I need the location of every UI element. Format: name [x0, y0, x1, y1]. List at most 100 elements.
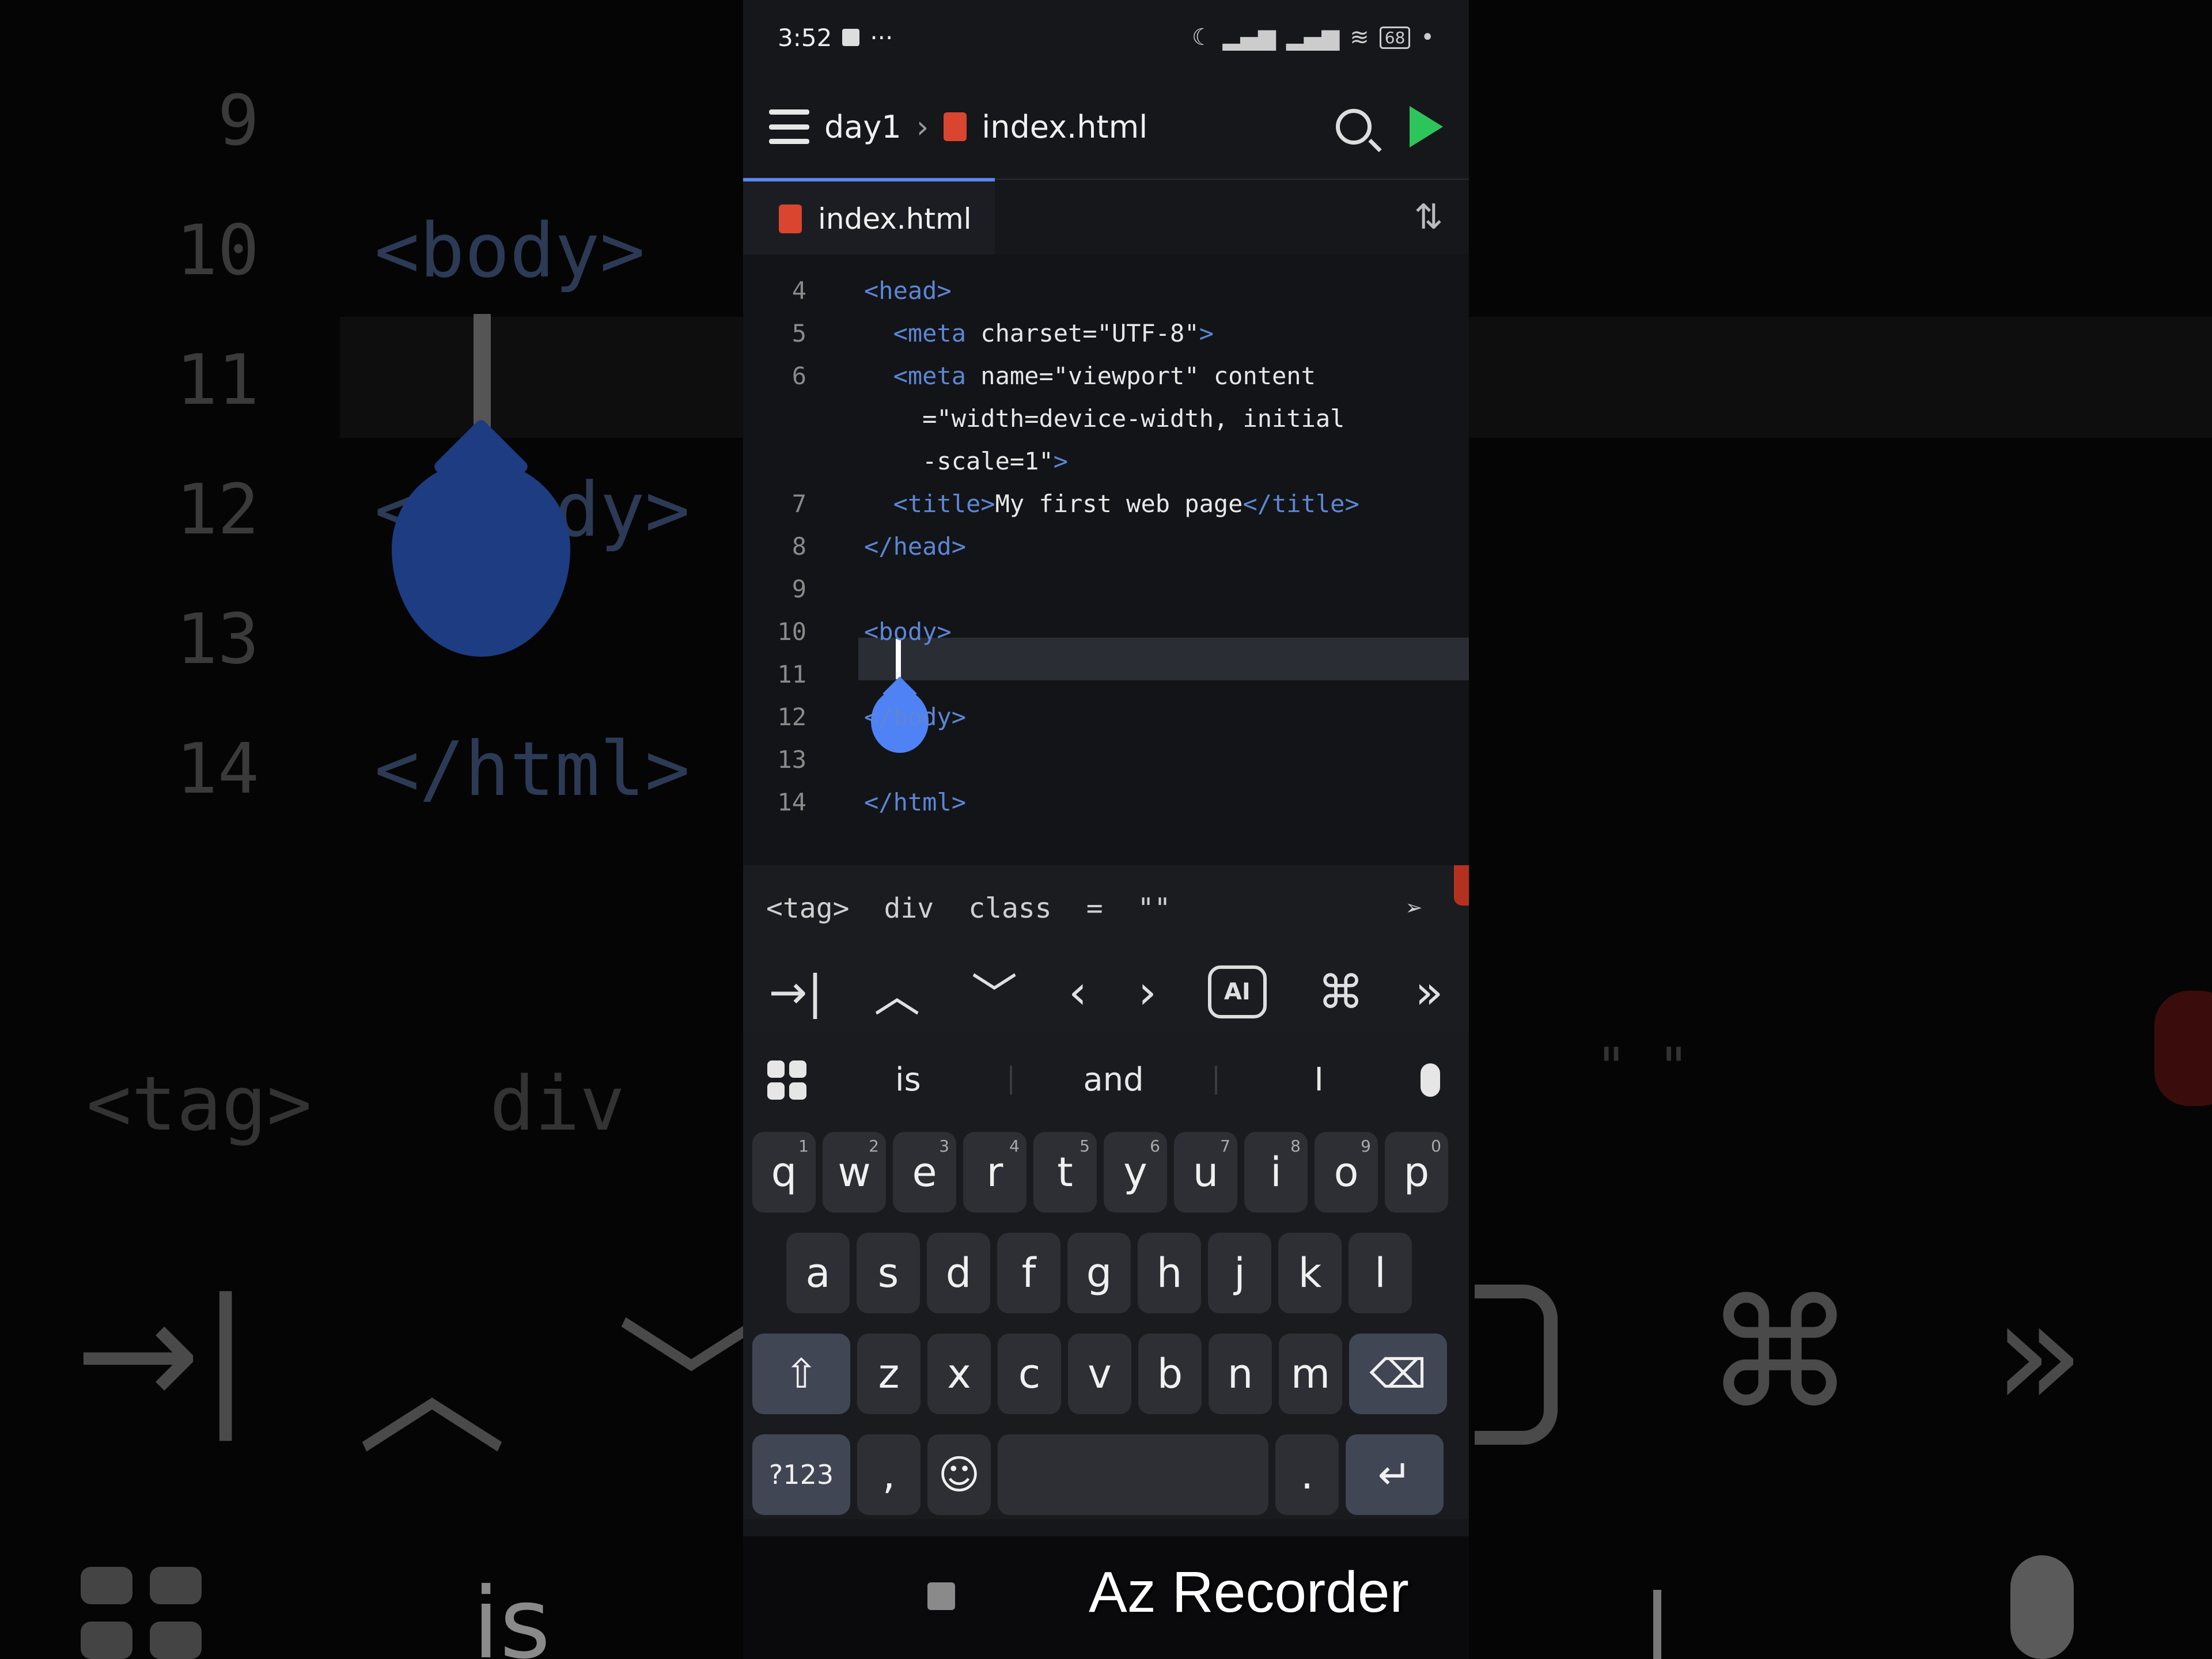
arrow-left-icon[interactable]: ‹ [1069, 965, 1087, 1019]
chevron-right-icon: › [916, 108, 929, 145]
key-s[interactable]: s [857, 1232, 920, 1313]
status-bar: 3:52 ··· ☾ ▂▄▆ ▂▄▆ ≋ 68 • [743, 0, 1469, 75]
bg-suggestion-word: is [472, 1567, 551, 1659]
bg-shortcut-tag: <tag> [86, 1060, 312, 1147]
arrow-up-icon[interactable]: ︿ [874, 959, 920, 1025]
shortcut-item[interactable]: div [884, 892, 934, 925]
code-text: ="width=device-width, initial [864, 404, 1345, 433]
comma-key[interactable]: , [857, 1434, 921, 1515]
arrow-right-icon[interactable]: › [1138, 965, 1157, 1019]
html-file-icon [779, 204, 802, 233]
suggestion-2[interactable]: and [1012, 1061, 1215, 1099]
notification-icon [842, 29, 860, 46]
code-line[interactable]: 12 </body> [743, 695, 1469, 738]
backspace-key[interactable]: ⌫ [1349, 1333, 1447, 1414]
bg-code-line: 9 [217, 81, 259, 161]
bg-tab-icon: →| [75, 1267, 251, 1441]
code-line[interactable]: 7 <title>My first web page</title> [743, 482, 1469, 525]
suggestion-1[interactable]: is [806, 1061, 1010, 1099]
code-line[interactable]: ="width=device-width, initial [743, 397, 1469, 440]
key-o[interactable]: o9 [1315, 1131, 1378, 1213]
code-line[interactable]: 11 [743, 653, 1469, 695]
code-line[interactable]: 4 <head> [743, 269, 1469, 312]
shortcut-item[interactable]: "" [1138, 892, 1171, 925]
shift-key[interactable]: ⇧ [752, 1333, 850, 1414]
breadcrumb-file[interactable]: index.html [982, 109, 1147, 145]
key-d[interactable]: d [927, 1232, 990, 1313]
key-m[interactable]: m [1279, 1333, 1342, 1414]
enter-key[interactable]: ↵ [1346, 1434, 1444, 1515]
key-l[interactable]: l [1349, 1232, 1412, 1313]
key-a[interactable]: a [786, 1232, 850, 1313]
sort-icon[interactable]: ⇅ [1414, 197, 1443, 237]
code-line[interactable]: 6 <meta name="viewport" content [743, 354, 1469, 397]
key-w[interactable]: w2 [823, 1131, 886, 1213]
key-b[interactable]: b [1138, 1333, 1202, 1414]
command-icon[interactable]: ⌘ [1318, 965, 1364, 1019]
send-icon[interactable]: ➢ [1406, 892, 1423, 925]
line-number: 4 [791, 276, 806, 305]
key-f[interactable]: f [997, 1232, 1060, 1313]
apps-grid-icon[interactable] [767, 1060, 806, 1100]
breadcrumb-folder[interactable]: day1 [824, 109, 902, 145]
bg-code-line: 14 </html> [176, 725, 690, 813]
code-line[interactable]: 5 <meta charset="UTF-8"> [743, 312, 1469, 354]
code-line[interactable]: -scale=1"> [743, 440, 1469, 482]
key-q[interactable]: q1 [752, 1131, 816, 1213]
key-row-2: asdfghjkl [743, 1228, 1469, 1317]
shortcut-item[interactable]: <tag> [766, 892, 850, 925]
more-icon[interactable]: » [1415, 965, 1444, 1019]
tab-index-html[interactable]: index.html [743, 178, 995, 256]
key-h[interactable]: h [1138, 1232, 1201, 1313]
space-key[interactable] [998, 1434, 1268, 1515]
code-line[interactable]: 13 [743, 738, 1469, 781]
menu-icon[interactable] [769, 109, 809, 144]
run-icon[interactable] [1410, 106, 1443, 147]
key-x[interactable]: x [927, 1333, 991, 1414]
bg-command-icon: ⌘ [1705, 1267, 1855, 1441]
line-number: 14 [777, 787, 806, 816]
suggestion-3[interactable]: I [1217, 1061, 1421, 1099]
ai-icon[interactable]: AI [1207, 965, 1267, 1018]
code-line[interactable]: 14 </html> [743, 781, 1469, 823]
search-icon[interactable] [1336, 109, 1372, 145]
code-editor[interactable]: 4 <head> 5 <meta charset="UTF-8"> 6 <meta n… [743, 255, 1469, 865]
bg-more-icon: » [1993, 1267, 2085, 1441]
shortcut-item[interactable]: class [968, 892, 1052, 925]
shortcut-item[interactable]: = [1086, 892, 1103, 925]
code-line[interactable]: 8 </head> [743, 525, 1469, 567]
key-n[interactable]: n [1209, 1333, 1272, 1414]
stop-icon[interactable] [927, 1582, 955, 1610]
battery-icon: 68 [1379, 26, 1411, 49]
code-line[interactable]: 9 [743, 567, 1469, 610]
arrow-down-icon[interactable]: ﹀ [971, 959, 1017, 1025]
bg-ai-icon [1475, 1285, 1558, 1445]
tab-key-icon[interactable]: →| [768, 965, 823, 1019]
mic-icon[interactable] [1421, 1063, 1441, 1097]
red-indicator [1454, 865, 1469, 906]
code-text: </head> [864, 532, 967, 560]
key-v[interactable]: v [1068, 1333, 1131, 1414]
line-number: 8 [791, 532, 806, 560]
code-line[interactable]: 10 <body> [743, 610, 1469, 653]
key-k[interactable]: k [1278, 1232, 1342, 1313]
symbols-key[interactable]: ?123 [752, 1434, 850, 1515]
period-key[interactable]: . [1275, 1434, 1339, 1515]
key-i[interactable]: i8 [1244, 1131, 1308, 1213]
key-z[interactable]: z [857, 1333, 921, 1414]
key-p[interactable]: p0 [1385, 1131, 1448, 1213]
key-y[interactable]: y6 [1104, 1131, 1167, 1213]
key-c[interactable]: c [998, 1333, 1061, 1414]
key-t[interactable]: t5 [1033, 1131, 1097, 1213]
bg-code-line: 11 [176, 340, 260, 421]
recorder-watermark: Az Recorder [1089, 1560, 1409, 1624]
key-r[interactable]: r4 [963, 1131, 1027, 1213]
key-g[interactable]: g [1067, 1232, 1131, 1313]
key-u[interactable]: u7 [1174, 1131, 1237, 1213]
bg-up-icon: ︿ [357, 1303, 507, 1477]
emoji-key[interactable]: ☺ [927, 1434, 991, 1515]
key-j[interactable]: j [1208, 1232, 1271, 1313]
code-text: </body> [864, 702, 967, 731]
line-number: 7 [791, 489, 806, 518]
key-e[interactable]: e3 [893, 1131, 956, 1213]
